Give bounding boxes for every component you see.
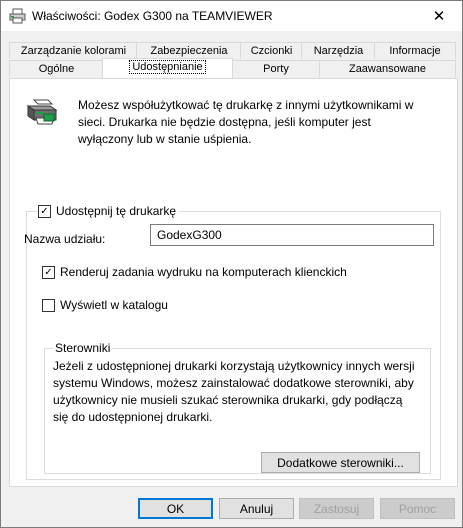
tab-ports[interactable]: Porty [231, 60, 321, 77]
share-name-input[interactable] [150, 224, 434, 246]
tab-label: Zabezpieczenia [150, 45, 228, 57]
title-bar[interactable]: Właściwości: Godex G300 na TEAMVIEWER ✕ [1, 1, 462, 31]
sharing-panel: Możesz współużytkować tę drukarkę z inny… [9, 78, 458, 487]
tab-label: Czcionki [250, 45, 293, 57]
help-button[interactable]: Pomoc [380, 498, 455, 519]
ok-button[interactable]: OK [138, 498, 213, 519]
cancel-button[interactable]: Anuluj [219, 498, 294, 519]
share-name-label: Nazwa udziału: [24, 232, 106, 246]
tab-label: Porty [263, 63, 289, 75]
properties-dialog: Właściwości: Godex G300 na TEAMVIEWER ✕ … [0, 0, 463, 528]
list-directory-label: Wyświetl w katalogu [60, 298, 168, 312]
tab-label: Zarządzanie kolorami [20, 45, 127, 57]
tab-fonts[interactable]: Czcionki [240, 42, 303, 59]
close-icon: ✕ [432, 8, 446, 25]
tab-sharing[interactable]: Udostępnianie [102, 58, 233, 78]
sharing-description: Możesz współużytkować tę drukarkę z inny… [78, 98, 414, 146]
tab-advanced[interactable]: Zaawansowane [319, 60, 456, 77]
render-jobs-checkbox-row[interactable]: ✓ Renderuj zadania wydruku na komputerac… [42, 265, 350, 279]
apply-button[interactable]: Zastosuj [299, 498, 374, 519]
list-directory-checkbox-row[interactable]: Wyświetl w katalogu [42, 298, 171, 312]
tab-label: Udostępnianie [129, 60, 206, 74]
close-button[interactable]: ✕ [416, 1, 462, 31]
render-jobs-label: Renderuj zadania wydruku na komputerach … [60, 265, 347, 279]
printer-icon [9, 8, 26, 24]
share-printer-checkbox[interactable]: ✓ [38, 204, 51, 218]
drivers-description: Jeżeli z udostępnionej drukarki korzysta… [53, 359, 415, 424]
tab-label: Informacje [389, 45, 441, 57]
shared-printer-icon [26, 99, 58, 125]
tab-label: Narzędzia [313, 45, 364, 57]
drivers-title: Sterowniki [53, 341, 113, 355]
tab-label: Ogólne [38, 63, 75, 75]
tab-tools[interactable]: Narzędzia [301, 42, 376, 59]
share-printer-label: Udostępnij tę drukarkę [56, 204, 177, 218]
render-jobs-checkbox[interactable]: ✓ [42, 265, 55, 279]
tab-security[interactable]: Zabezpieczenia [136, 42, 242, 59]
additional-drivers-button[interactable]: Dodatkowe sterowniki... [261, 452, 420, 473]
drivers-group: Sterowniki Jeżeli z udostępnionej drukar… [44, 341, 431, 474]
tab-general[interactable]: Ogólne [9, 60, 104, 77]
share-printer-checkbox-row[interactable]: ✓ Udostępnij tę drukarkę [38, 204, 180, 218]
tab-info[interactable]: Informacje [374, 42, 456, 59]
tab-label: Zaawansowane [348, 63, 427, 75]
window-title: Właściwości: Godex G300 na TEAMVIEWER [32, 9, 273, 23]
list-directory-checkbox[interactable] [42, 298, 55, 312]
tab-color-management[interactable]: Zarządzanie kolorami [9, 42, 138, 59]
